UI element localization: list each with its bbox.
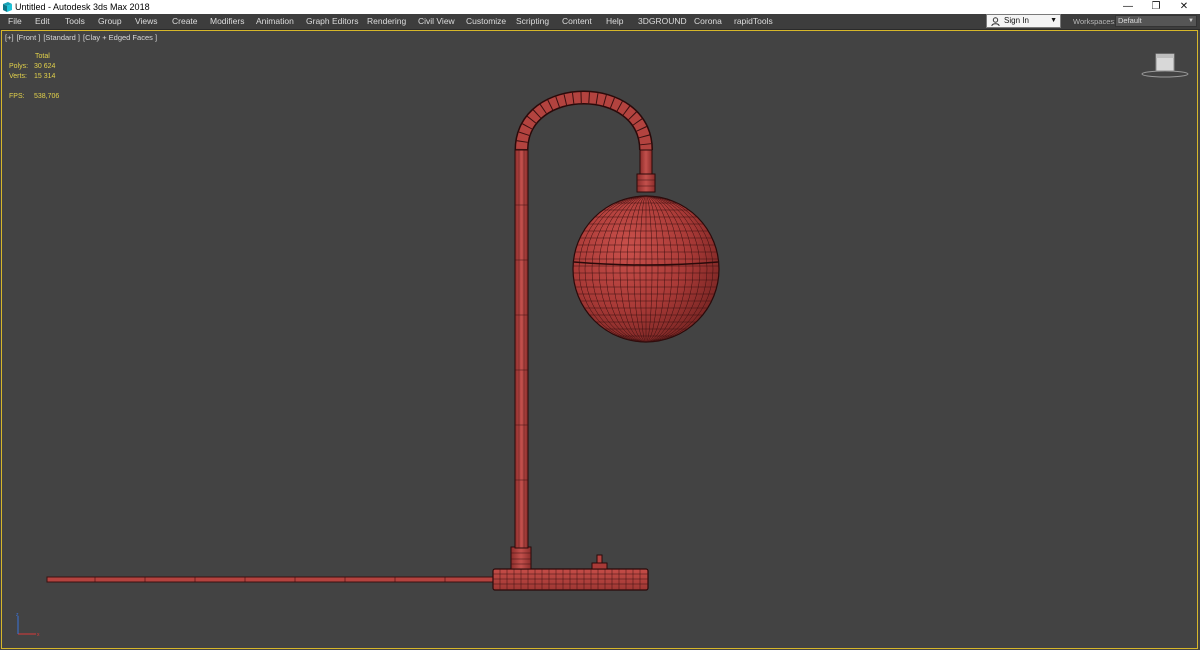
lamp-model-render[interactable] — [0, 0, 1200, 650]
lamp-globe — [572, 195, 720, 343]
lamp-base — [492, 546, 649, 591]
power-cord — [46, 576, 495, 583]
